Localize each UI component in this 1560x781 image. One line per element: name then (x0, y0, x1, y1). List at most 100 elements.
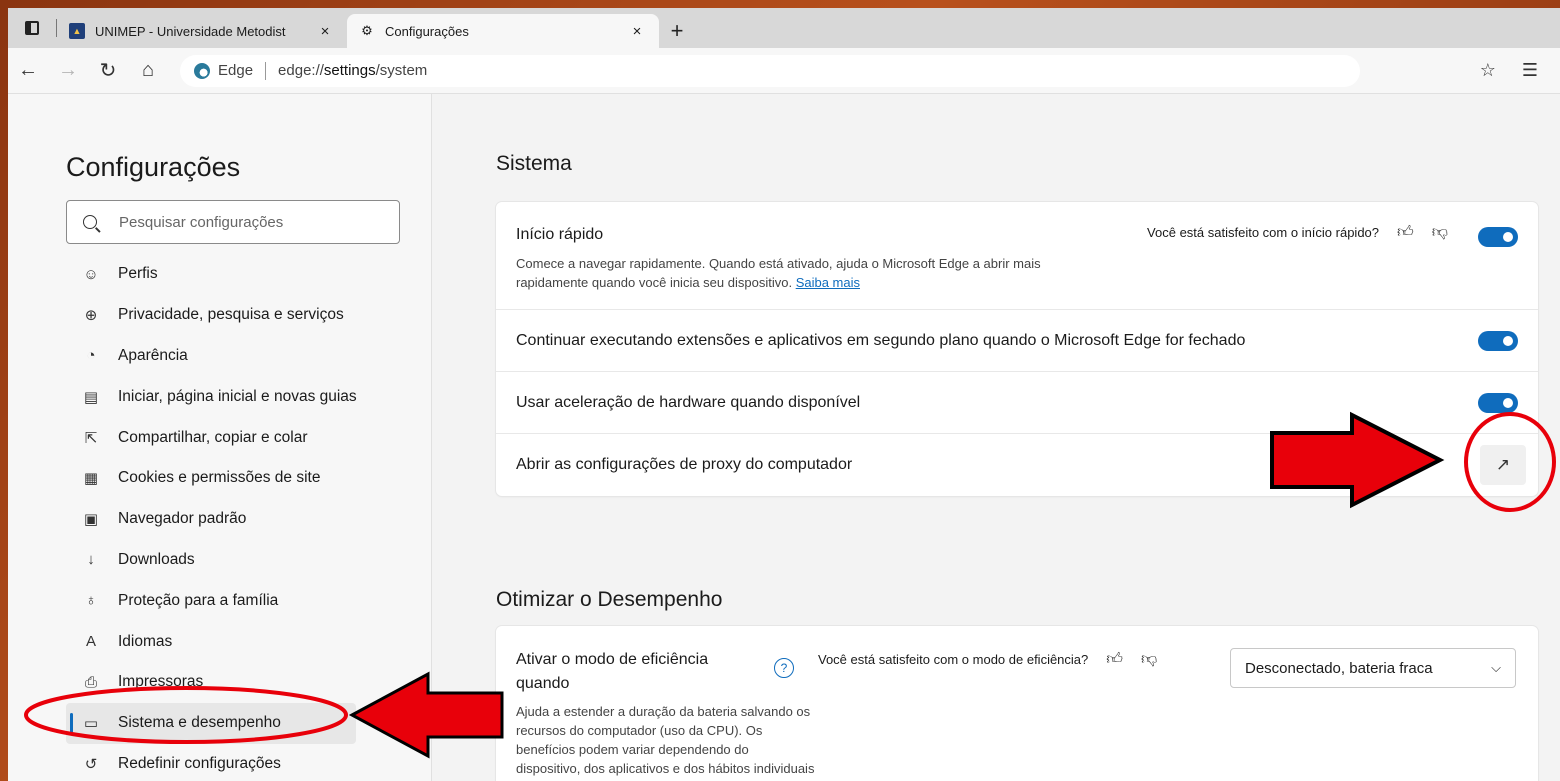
external-link-icon: ↗ (1495, 455, 1511, 474)
row-description: Ajuda a estender a duração da bateria sa… (516, 704, 815, 781)
url-prefix: edge:// (278, 62, 324, 79)
settings-main: Sistema Início rápido Comece a navegar r… (432, 94, 1560, 781)
sidebar-item-sistema[interactable]: ▭ Sistema e desempenho (66, 702, 356, 744)
tab-unimep[interactable]: ▲ UNIMEP - Universidade Metodist × (57, 14, 347, 48)
desempenho-card: Ativar o modo de eficiência quando ? Aju… (496, 626, 1538, 781)
default-browser-icon: ▣ (83, 511, 99, 529)
forward-arrow-icon: → (58, 59, 78, 81)
refresh-icon: ↻ (99, 60, 117, 82)
feedback-efficiency: Você está satisfeito com o modo de efici… (818, 650, 1157, 669)
download-icon: ↓ (87, 551, 95, 569)
sidebar-item-cookies[interactable]: ▦ Cookies e permissões de site (66, 458, 432, 499)
cookies-icon: ▦ (83, 470, 99, 488)
section-title-sistema: Sistema (496, 152, 572, 175)
back-button[interactable]: ← (8, 53, 48, 89)
back-arrow-icon: ← (18, 59, 38, 81)
url-suffix: /system (375, 62, 428, 79)
feedback-text: Você está satisfeito com o início rápido… (1147, 225, 1380, 240)
add-favorite-icon[interactable]: ☆ (1480, 60, 1496, 81)
sidebar-item-redefinir[interactable]: ↺ Redefinir configurações (66, 744, 432, 781)
sidebar-item-aparencia[interactable]: ◔ Aparência (66, 336, 432, 377)
sidebar-item-label: Idiomas (118, 632, 173, 650)
reset-icon: ↺ (84, 755, 98, 773)
row-title: Ativar o modo de eficiência quando (516, 651, 709, 692)
address-separator (265, 61, 267, 80)
sidebar-title: Configurações (66, 152, 241, 182)
sidebar-item-compartilhar[interactable]: ⇱ Compartilhar, copiar e colar (66, 417, 432, 458)
sidebar-item-idiomas[interactable]: A Idiomas (66, 621, 432, 662)
settings-sidebar: Configurações Pesquisar configurações ☺ P… (8, 94, 432, 781)
sidebar-item-label: Proteção para a família (118, 591, 279, 609)
sidebar-item-label: Sistema e desempenho (118, 714, 281, 732)
row-hardware-acceleration: Usar aceleração de hardware quando dispo… (496, 372, 1538, 434)
start-page-icon: ▤ (83, 388, 99, 406)
sidebar-item-label: Aparência (118, 346, 188, 364)
row-title: Continuar executando extensões e aplicat… (516, 332, 1246, 349)
sidebar-nav: ☺ Perfis ⊕ Privacidade, pesquisa e serviço… (66, 254, 432, 781)
laptop-icon: ▭ (83, 715, 99, 733)
section-title-desempenho: Otimizar o Desempenho (496, 588, 723, 611)
sidebar-item-iniciar[interactable]: ▤ Iniciar, página inicial e novas guias (66, 376, 432, 417)
sidebar-item-label: Impressoras (118, 673, 204, 691)
home-button[interactable]: ⌂ (128, 53, 168, 89)
new-tab-button[interactable]: + (659, 14, 695, 48)
sidebar-item-familia[interactable]: ♁ Proteção para a família (66, 580, 432, 621)
sidebar-item-perfis[interactable]: ☺ Perfis (66, 254, 432, 295)
printer-icon: ⎙ (84, 673, 97, 691)
thumbs-down-icon[interactable]: 👎︎ (1432, 223, 1448, 242)
lock-icon: ⊕ (84, 307, 98, 325)
row-title: Abrir as configurações de proxy do compu… (516, 456, 853, 473)
search-icon (83, 215, 97, 229)
address-toolbar: ← → ↻ ⌂ Edge edge://settings/system ☆ ☰ (8, 48, 1560, 94)
background-extensions-toggle[interactable] (1478, 331, 1518, 351)
toolbar-right: ☆ ☰ (1480, 60, 1538, 81)
site-label: Edge (218, 62, 254, 79)
sidebar-item-label: Cookies e permissões de site (118, 469, 321, 487)
browser-window: ▲ UNIMEP - Universidade Metodist × ⚙ Con… (8, 8, 1560, 781)
sidebar-item-label: Perfis (118, 265, 158, 283)
tab-close-button[interactable]: × (315, 23, 335, 40)
sidebar-item-label: Privacidade, pesquisa e serviços (118, 306, 344, 324)
sidebar-item-navegador[interactable]: ▣ Navegador padrão (66, 499, 432, 540)
row-proxy-settings: Abrir as configurações de proxy do compu… (496, 434, 1538, 496)
unimep-favicon-icon: ▲ (69, 23, 85, 39)
tab-close-button[interactable]: × (627, 23, 647, 40)
efficiency-mode-select[interactable]: Desconectado, bateria fraca ⌵ (1230, 648, 1516, 688)
profile-icon: ☺ (83, 265, 99, 283)
tab-label: Configurações (385, 23, 469, 39)
feedback-inicio-rapido: Você está satisfeito com o início rápido… (1147, 223, 1448, 242)
address-bar[interactable]: Edge edge://settings/system (180, 54, 1360, 87)
sidebar-item-downloads[interactable]: ↓ Downloads (66, 540, 432, 581)
share-icon: ⇱ (84, 429, 98, 447)
search-placeholder: Pesquisar configurações (119, 213, 284, 231)
saiba-mais-link[interactable]: Saiba mais (796, 275, 860, 290)
row-efficiency-mode: Ativar o modo de eficiência quando ? Aju… (496, 626, 1538, 781)
thumbs-up-icon[interactable]: 👍︎ (1397, 223, 1414, 242)
refresh-button[interactable]: ↻ (88, 53, 128, 89)
sistema-card: Início rápido Comece a navegar rapidamen… (496, 202, 1538, 496)
tab-actions-button[interactable] (8, 8, 56, 48)
thumbs-down-icon[interactable]: 👎︎ (1141, 650, 1157, 669)
open-proxy-settings-button[interactable]: ↗ (1480, 445, 1526, 485)
tab-strip: ▲ UNIMEP - Universidade Metodist × ⚙ Con… (8, 8, 1560, 48)
language-icon: A (85, 633, 96, 651)
tab-configuracoes[interactable]: ⚙ Configurações × (347, 14, 659, 48)
row-background-extensions: Continuar executando extensões e aplicat… (496, 310, 1538, 372)
forward-button[interactable]: → (48, 53, 88, 89)
gear-icon: ⚙ (361, 23, 373, 38)
row-desc-text: Comece a navegar rapidamente. Quando est… (516, 256, 1041, 290)
inicio-rapido-toggle[interactable] (1478, 227, 1518, 247)
palette-icon: ◔ (86, 347, 96, 365)
feedback-text: Você está satisfeito com o modo de efici… (818, 652, 1089, 667)
row-title: Início rápido (516, 226, 604, 243)
sidebar-item-label: Navegador padrão (118, 510, 247, 528)
thumbs-up-icon[interactable]: 👍︎ (1106, 650, 1123, 669)
search-input[interactable]: Pesquisar configurações (66, 200, 400, 244)
sidebar-item-privacidade[interactable]: ⊕ Privacidade, pesquisa e serviços (66, 295, 432, 336)
sidebar-item-impressoras[interactable]: ⎙ Impressoras (66, 662, 432, 703)
favorites-icon[interactable]: ☰ (1522, 60, 1538, 81)
home-icon: ⌂ (141, 59, 155, 81)
hardware-acceleration-toggle[interactable] (1478, 393, 1518, 413)
row-inicio-rapido: Início rápido Comece a navegar rapidamen… (496, 202, 1538, 310)
help-icon[interactable]: ? (774, 658, 794, 678)
